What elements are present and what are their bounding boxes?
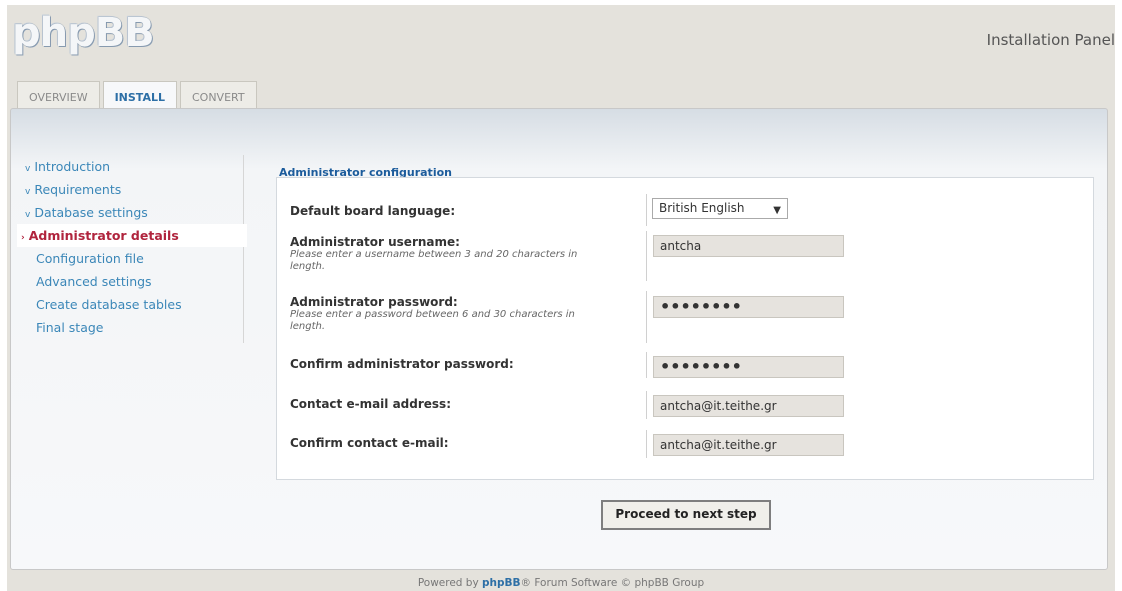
chevron-down-icon: v (25, 187, 31, 197)
admin-config-form: Default board language: British English … (276, 177, 1094, 480)
divider (646, 430, 647, 458)
content-panel: v Introduction v Requirements v Database se… (10, 108, 1108, 570)
password-input[interactable]: •••••••• (653, 296, 844, 318)
chevron-down-icon: v (25, 164, 31, 174)
confirm-password-label: Confirm administrator password: (290, 357, 514, 371)
username-help: Please enter a username between 3 and 20… (290, 249, 578, 272)
username-input[interactable]: antcha (653, 235, 844, 257)
step-database-settings[interactable]: v Database settings (21, 201, 243, 224)
step-introduction[interactable]: v Introduction (21, 155, 243, 178)
install-page: phpBB Installation Panel OVERVIEW INSTAL… (7, 5, 1115, 591)
language-label: Default board language: (290, 204, 456, 218)
chevron-right-icon: › (21, 233, 25, 243)
step-create-database-tables: Create database tables (36, 297, 182, 312)
email-label: Contact e-mail address: (290, 397, 451, 411)
divider (646, 231, 647, 281)
divider (646, 194, 647, 226)
step-configuration-file: Configuration file (36, 251, 144, 266)
password-help: Please enter a password between 6 and 30… (290, 309, 575, 332)
footer: Powered by phpBB® Forum Software © phpBB… (417, 577, 705, 589)
install-steps-menu: v Introduction v Requirements v Database se… (17, 155, 247, 343)
step-administrator-details[interactable]: › Administrator details (17, 224, 247, 247)
step-final-stage: Final stage (36, 320, 104, 335)
confirm-password-input[interactable]: •••••••• (653, 356, 844, 378)
chevron-down-icon: v (25, 210, 31, 220)
proceed-button[interactable]: Proceed to next step (601, 500, 771, 530)
language-select[interactable]: British English ▼ (652, 198, 788, 219)
phpbb-link[interactable]: phpBB (482, 577, 521, 589)
email-input[interactable]: antcha@it.teithe.gr (653, 395, 844, 417)
panel-title: Installation Panel (986, 31, 1115, 49)
dropdown-arrow-icon: ▼ (773, 205, 781, 216)
divider (646, 352, 647, 378)
step-requirements[interactable]: v Requirements (21, 178, 243, 201)
divider (646, 391, 647, 419)
divider (646, 291, 647, 343)
phpbb-logo: phpBB (12, 10, 155, 56)
password-label: Administrator password: (290, 295, 458, 309)
confirm-email-label: Confirm contact e-mail: (290, 436, 449, 450)
username-label: Administrator username: (290, 235, 460, 249)
confirm-email-input[interactable]: antcha@it.teithe.gr (653, 434, 844, 456)
step-advanced-settings: Advanced settings (36, 274, 152, 289)
